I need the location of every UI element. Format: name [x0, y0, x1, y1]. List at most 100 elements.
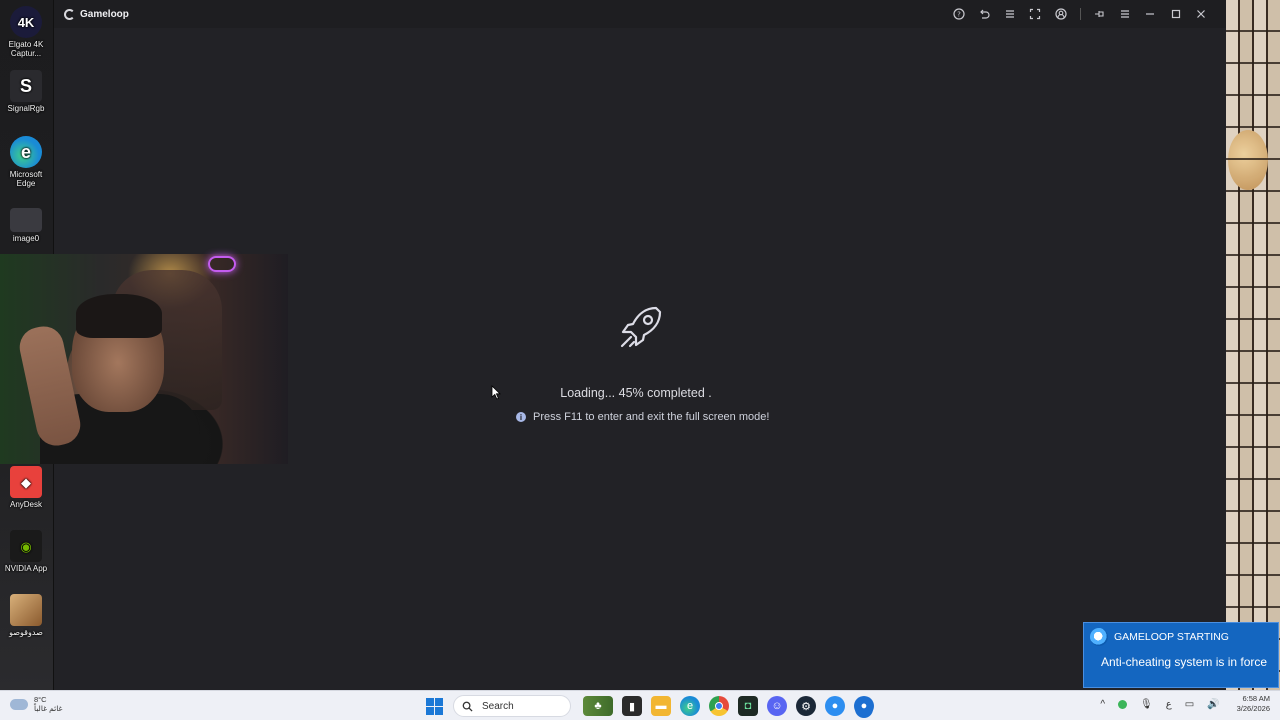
terminal-icon: ▮	[628, 700, 636, 713]
app-green-icon: ◘	[744, 700, 752, 712]
desktop-icon-label: صدوقوصو	[9, 628, 43, 637]
widgets-button[interactable]: ♣	[583, 696, 613, 716]
list-icon	[1005, 10, 1014, 18]
list-button[interactable]	[997, 6, 1023, 22]
steam-button[interactable]: ⚙	[796, 696, 816, 716]
fullscreen-icon	[1030, 8, 1041, 20]
menu-icon	[1120, 10, 1129, 18]
desktop-icon-label: image0	[12, 234, 40, 243]
toast-app-name: GAMELOOP STARTING	[1114, 631, 1229, 643]
taskbar-search[interactable]: Search	[453, 695, 571, 717]
system-tray: ^ 🎙 ع ▭ 🔊 6:58 AM 3/26/2026	[1100, 694, 1270, 714]
file-explorer-button[interactable]: ▬	[651, 696, 671, 716]
desktop-icon-label: AnyDesk	[9, 500, 42, 509]
minimize-icon	[1146, 13, 1155, 15]
clock-date: 3/26/2026	[1236, 704, 1270, 713]
gameloop-active-icon: ●	[860, 700, 868, 712]
start-button[interactable]	[424, 696, 444, 716]
fullscreen-hint: i Press F11 to enter and exit the full s…	[516, 411, 769, 423]
notification-toast[interactable]: GAMELOOP STARTING Anti-cheating system i…	[1083, 622, 1279, 688]
chevron-up-icon[interactable]: ^	[1100, 699, 1105, 710]
desktop-icon-photo[interactable]: صدوقوصو	[3, 594, 49, 637]
discord-icon: ☺	[771, 700, 783, 712]
window-title: Gameloop	[80, 8, 129, 20]
maximize-button[interactable]	[1163, 6, 1189, 22]
status-dot-icon[interactable]	[1118, 699, 1128, 709]
maximize-icon	[1171, 9, 1180, 19]
signalrgb-icon: S	[10, 70, 42, 102]
nvidia-icon: ◉	[10, 530, 42, 562]
windows-icon	[425, 697, 443, 715]
info-icon: i	[516, 412, 526, 422]
desktop-icon-label: NVIDIA App	[4, 564, 48, 573]
desktop-icon-nvidia[interactable]: ◉ NVIDIA App	[3, 530, 49, 573]
image-icon	[10, 208, 42, 232]
svg-text:?: ?	[957, 11, 961, 19]
file-explorer-icon: ▬	[655, 700, 667, 712]
volume-icon[interactable]: 🔊	[1207, 699, 1219, 710]
cloud-icon	[10, 698, 28, 710]
elgato-icon: 4K	[10, 6, 42, 38]
hint-text: Press F11 to enter and exit the full scr…	[533, 411, 770, 423]
mouse-cursor-icon	[491, 385, 501, 400]
widgets-icon: ♣	[594, 700, 602, 712]
search-placeholder: Search	[482, 700, 514, 712]
rocket-icon	[620, 306, 662, 348]
help-icon: ?	[953, 8, 965, 20]
desktop-icon-label: SignalRgb	[7, 104, 45, 113]
webcam-overlay	[0, 254, 288, 464]
taskbar: 8°C غائم غالباً Search ♣ ▮ ▬ e ◘ ☺ ⚙ ● ●…	[0, 690, 1280, 720]
desktop-icon-image0[interactable]: image0	[3, 208, 49, 243]
weather-temp: 8°C	[34, 695, 47, 704]
network-icon[interactable]: ▭	[1185, 699, 1194, 710]
anydesk-icon: ◆	[10, 466, 42, 498]
person-hair	[76, 294, 162, 338]
gameloop-logo-icon	[64, 8, 75, 20]
discord-button[interactable]: ☺	[767, 696, 787, 716]
clock-time: 6:58 AM	[1242, 694, 1270, 703]
gameloop-logo-icon	[1090, 628, 1108, 646]
taskbar-clock[interactable]: 6:58 AM 3/26/2026	[1237, 694, 1270, 714]
photo-icon	[10, 594, 42, 626]
account-icon	[1055, 8, 1067, 20]
app-green-button[interactable]: ◘	[738, 696, 758, 716]
edge-icon: e	[10, 136, 42, 168]
chrome-icon	[715, 702, 723, 710]
chrome-button[interactable]	[709, 696, 729, 716]
gameloop-taskbar-button[interactable]: ●	[825, 696, 845, 716]
desktop-icon-signalrgb[interactable]: S SignalRgb	[3, 70, 49, 113]
desktop-icon-label: Elgato 4K Captur...	[8, 40, 44, 58]
close-icon	[1197, 10, 1206, 18]
minimize-button[interactable]	[1138, 6, 1164, 22]
gameloop-active-button[interactable]: ●	[854, 696, 874, 716]
menu-button[interactable]	[1112, 6, 1138, 22]
title-separator	[1079, 8, 1081, 20]
desktop-icon-edge[interactable]: e Microsoft Edge	[3, 136, 49, 188]
weather-widget[interactable]: 8°C غائم غالباً	[10, 695, 62, 713]
desktop-wallpaper-right	[1226, 0, 1280, 690]
fullscreen-button[interactable]	[1023, 6, 1049, 22]
title-controls: ?	[946, 6, 1214, 22]
language-indicator[interactable]: ع	[1166, 699, 1172, 710]
toast-message: Anti-cheating system is in force	[1101, 655, 1268, 669]
pin-icon	[1095, 11, 1104, 17]
edge-button[interactable]: e	[680, 696, 700, 716]
account-button[interactable]	[1048, 6, 1074, 22]
weather-desc: غائم غالباً	[34, 704, 63, 713]
steam-icon: ⚙	[801, 700, 811, 713]
edge-icon: e	[686, 700, 694, 712]
wallpaper-lamp	[1228, 130, 1268, 190]
pin-button[interactable]	[1087, 6, 1113, 22]
desktop-icon-label: Microsoft Edge	[9, 170, 43, 188]
search-icon	[462, 701, 473, 712]
help-button[interactable]: ?	[946, 6, 972, 22]
microphone-icon[interactable]: 🎙	[1140, 699, 1153, 710]
undo-button[interactable]	[972, 6, 998, 22]
undo-icon	[980, 9, 990, 19]
neon-sign	[208, 256, 236, 272]
desktop-icon-elgato[interactable]: 4K Elgato 4K Captur...	[3, 6, 49, 58]
desktop-icon-anydesk[interactable]: ◆ AnyDesk	[3, 466, 49, 509]
terminal-button[interactable]: ▮	[622, 696, 642, 716]
close-button[interactable]	[1189, 6, 1215, 22]
gameloop-icon: ●	[831, 700, 839, 712]
